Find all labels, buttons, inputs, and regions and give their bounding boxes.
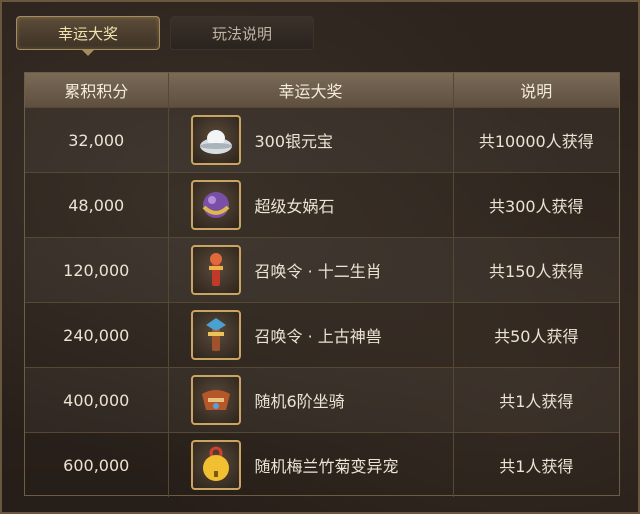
tab-bar: 幸运大奖 玩法说明 (16, 16, 314, 56)
table-row: 400,000 随机6阶坐骑 共1人获得 (25, 367, 619, 432)
points-cell: 600,000 (25, 433, 169, 497)
reward-cell: 召唤令 · 上古神兽 (169, 303, 454, 367)
reward-cell: 召唤令 · 十二生肖 (169, 238, 454, 302)
description-cell: 共300人获得 (489, 197, 584, 216)
reward-cell: 300银元宝 (169, 108, 454, 172)
reward-name: 召唤令 · 十二生肖 (254, 262, 382, 281)
lucky-prize-panel: 幸运大奖 玩法说明 累积积分 幸运大奖 说明 32,000 300银元宝 共10… (0, 0, 640, 514)
description-cell: 共50人获得 (494, 327, 579, 346)
reward-name: 超级女娲石 (254, 197, 335, 216)
table-row: 32,000 300银元宝 共10000人获得 (25, 107, 619, 172)
tab-lucky-prize[interactable]: 幸运大奖 (16, 16, 160, 56)
points-cell: 48,000 (25, 173, 169, 237)
table-header: 累积积分 幸运大奖 说明 (25, 73, 619, 107)
reward-cell: 超级女娲石 (169, 173, 454, 237)
points-cell: 32,000 (25, 108, 169, 172)
header-description: 说明 (520, 82, 553, 101)
description-cell: 共1人获得 (499, 457, 574, 476)
reward-cell: 随机梅兰竹菊变异宠 (169, 433, 454, 497)
points-cell: 240,000 (25, 303, 169, 367)
summon-token-zodiac-icon[interactable] (190, 245, 241, 295)
header-reward: 幸运大奖 (169, 73, 454, 107)
mount-saddle-icon[interactable] (190, 375, 241, 425)
silver-ingot-icon[interactable] (190, 115, 241, 165)
reward-name: 300银元宝 (254, 132, 334, 151)
table-row: 120,000 召唤令 · 十二生肖 共150人获得 (25, 237, 619, 302)
pet-bell-icon[interactable] (190, 440, 241, 490)
description-cell: 共150人获得 (489, 262, 584, 281)
reward-name: 随机梅兰竹菊变异宠 (254, 457, 399, 476)
table-row: 48,000 超级女娲石 共300人获得 (25, 172, 619, 237)
reward-name: 随机6阶坐骑 (254, 392, 345, 411)
table-row: 600,000 随机梅兰竹菊变异宠 共1人获得 (25, 432, 619, 497)
points-cell: 400,000 (25, 368, 169, 432)
tab-rules[interactable]: 玩法说明 (170, 16, 314, 50)
nuwa-stone-icon[interactable] (190, 180, 241, 230)
reward-cell: 随机6阶坐骑 (169, 368, 454, 432)
reward-name: 召唤令 · 上古神兽 (254, 327, 382, 346)
points-cell: 120,000 (25, 238, 169, 302)
description-cell: 共10000人获得 (478, 132, 594, 151)
header-points: 累积积分 (25, 73, 169, 107)
prize-table: 累积积分 幸运大奖 说明 32,000 300银元宝 共10000人获得 48,… (24, 72, 620, 497)
summon-token-beast-icon[interactable] (190, 310, 241, 360)
table-row: 240,000 召唤令 · 上古神兽 共50人获得 (25, 302, 619, 367)
description-cell: 共1人获得 (499, 392, 574, 411)
